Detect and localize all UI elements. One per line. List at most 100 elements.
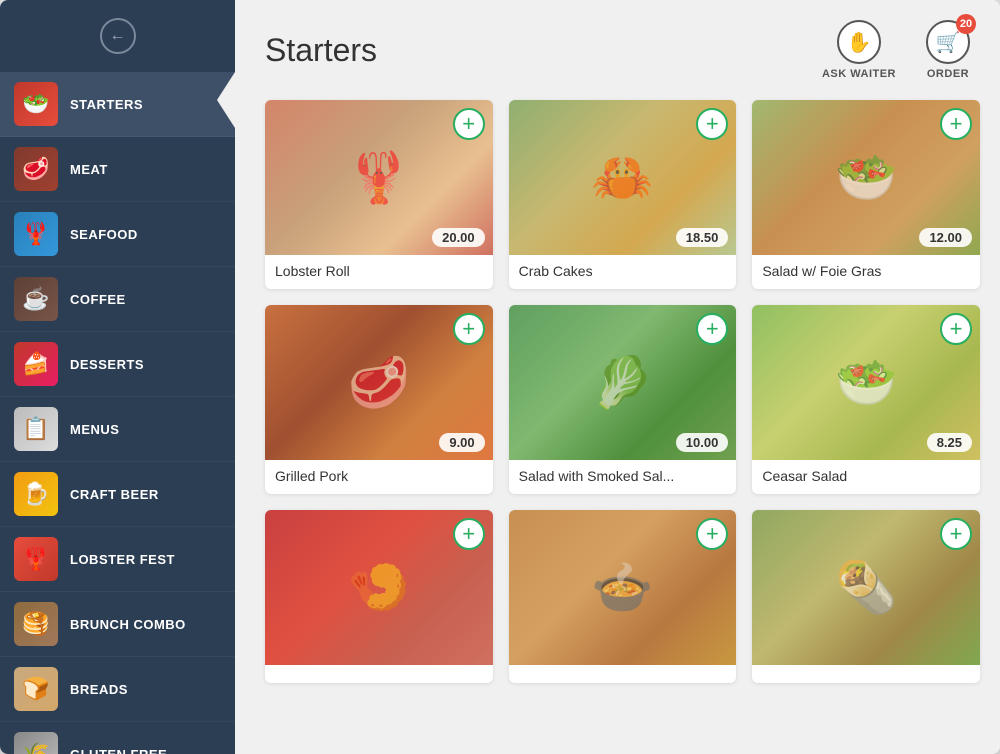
food-emoji-2: 🦀: [591, 148, 653, 207]
sidebar-thumb-menus: 📋: [14, 407, 58, 451]
ask-waiter-button[interactable]: ✋ ASK WAITER: [822, 20, 896, 80]
sidebar-label-brunch: BRUNCH COMBO: [70, 617, 186, 632]
menu-items-grid: 🦞 +20.00 Lobster Roll 🦀 +18.50 Crab Cakes 🥗 +12…: [235, 90, 1000, 754]
food-emoji-9: 🌯: [835, 558, 897, 617]
sidebar-thumb-breads: 🍞: [14, 667, 58, 711]
page-title: Starters: [265, 32, 377, 69]
food-card[interactable]: 🥩+9.00Grilled Pork: [265, 305, 493, 494]
add-item-button-5[interactable]: +: [696, 313, 728, 345]
add-item-button-1[interactable]: +: [453, 108, 485, 140]
add-item-button-6[interactable]: +: [940, 313, 972, 345]
sidebar-item-seafood[interactable]: 🦞 SEAFOOD: [0, 202, 235, 267]
food-image-9: 🌯+: [752, 510, 980, 665]
sidebar: ← 🥗 STARTERS 🥩 MEAT 🦞 SEAFOOD ☕ COFFEE 🍰 DESSERTS…: [0, 0, 235, 754]
ask-waiter-label: ASK WAITER: [822, 68, 896, 80]
sidebar-items-list: 🥗 STARTERS 🥩 MEAT 🦞 SEAFOOD ☕ COFFEE 🍰 DESSERTS 📋 M…: [0, 72, 235, 754]
food-image-8: 🍲+: [509, 510, 737, 665]
food-name-2: Crab Cakes: [509, 255, 737, 289]
main-content: Starters ✋ ASK WAITER 🛒 20 ORDER 🦞 +20.00…: [235, 0, 1000, 754]
sidebar-item-coffee[interactable]: ☕ COFFEE: [0, 267, 235, 332]
sidebar-item-meat[interactable]: 🥩 MEAT: [0, 137, 235, 202]
sidebar-back: ←: [0, 0, 235, 72]
sidebar-label-meat: MEAT: [70, 162, 108, 177]
food-emoji-6: 🥗: [835, 353, 897, 412]
food-card[interactable]: 🥗 +12.00 Salad w/ Foie Gras: [752, 100, 980, 289]
sidebar-label-desserts: DESSERTS: [70, 357, 144, 372]
app-container: ← 🥗 STARTERS 🥩 MEAT 🦞 SEAFOOD ☕ COFFEE 🍰 DESSERTS…: [0, 0, 1000, 754]
price-tag-5: 10.00: [676, 433, 729, 452]
sidebar-item-brunch[interactable]: 🥞 BRUNCH COMBO: [0, 592, 235, 657]
add-item-button-3[interactable]: +: [940, 108, 972, 140]
food-name-1: Lobster Roll: [265, 255, 493, 289]
food-card[interactable]: 🍲+: [509, 510, 737, 683]
food-card[interactable]: 🦀 +18.50 Crab Cakes: [509, 100, 737, 289]
sidebar-label-craftbeer: CRAFT BEER: [70, 487, 159, 502]
add-item-button-2[interactable]: +: [696, 108, 728, 140]
sidebar-label-seafood: SEAFOOD: [70, 227, 138, 242]
sidebar-item-desserts[interactable]: 🍰 DESSERTS: [0, 332, 235, 397]
food-card[interactable]: 🌯+: [752, 510, 980, 683]
food-emoji-8: 🍲: [591, 558, 653, 617]
food-emoji-5: 🥬: [591, 353, 653, 412]
food-emoji-1: 🦞: [348, 148, 410, 207]
sidebar-label-coffee: COFFEE: [70, 292, 126, 307]
sidebar-thumb-gluten: 🌾: [14, 732, 58, 754]
food-image-3: 🥗 +12.00: [752, 100, 980, 255]
top-bar: Starters ✋ ASK WAITER 🛒 20 ORDER: [235, 0, 1000, 90]
add-item-button-9[interactable]: +: [940, 518, 972, 550]
food-image-5: 🥬 +10.00: [509, 305, 737, 460]
price-tag-3: 12.00: [919, 228, 972, 247]
sidebar-thumb-coffee: ☕: [14, 277, 58, 321]
sidebar-item-starters[interactable]: 🥗 STARTERS: [0, 72, 235, 137]
sidebar-thumb-brunch: 🥞: [14, 602, 58, 646]
order-button[interactable]: 🛒 20 ORDER: [926, 20, 970, 80]
sidebar-thumb-desserts: 🍰: [14, 342, 58, 386]
food-card[interactable]: 🥗 +8.25 Ceasar Salad: [752, 305, 980, 494]
add-item-button-4[interactable]: +: [453, 313, 485, 345]
sidebar-thumb-meat: 🥩: [14, 147, 58, 191]
price-tag-4: 9.00: [439, 433, 484, 452]
food-image-6: 🥗 +8.25: [752, 305, 980, 460]
food-card[interactable]: 🦞 +20.00 Lobster Roll: [265, 100, 493, 289]
price-tag-1: 20.00: [432, 228, 485, 247]
sidebar-thumb-starters: 🥗: [14, 82, 58, 126]
cart-icon: 🛒 20: [926, 20, 970, 64]
food-name-4: Grilled Pork: [265, 460, 493, 494]
sidebar-item-craftbeer[interactable]: 🍺 CRAFT BEER: [0, 462, 235, 527]
order-badge: 20: [956, 14, 976, 34]
food-name-5: Salad with Smoked Sal...: [509, 460, 737, 494]
sidebar-label-gluten: GLUTEN FREE: [70, 747, 167, 754]
sidebar-thumb-craftbeer: 🍺: [14, 472, 58, 516]
food-name-9: [752, 665, 980, 683]
food-image-7: 🍤+: [265, 510, 493, 665]
sidebar-item-menus[interactable]: 📋 MENUS: [0, 397, 235, 462]
sidebar-label-starters: STARTERS: [70, 97, 143, 112]
back-icon: ←: [110, 27, 126, 45]
add-item-button-8[interactable]: +: [696, 518, 728, 550]
food-emoji-7: 🍤: [348, 558, 410, 617]
food-name-3: Salad w/ Foie Gras: [752, 255, 980, 289]
food-name-7: [265, 665, 493, 683]
price-tag-6: 8.25: [927, 433, 972, 452]
food-card[interactable]: 🍤+: [265, 510, 493, 683]
sidebar-thumb-seafood: 🦞: [14, 212, 58, 256]
sidebar-item-lobster[interactable]: 🦞 LOBSTER FEST: [0, 527, 235, 592]
price-tag-2: 18.50: [676, 228, 729, 247]
food-image-4: 🥩+9.00: [265, 305, 493, 460]
sidebar-thumb-lobster: 🦞: [14, 537, 58, 581]
sidebar-item-gluten[interactable]: 🌾 GLUTEN FREE: [0, 722, 235, 754]
waiter-icon: ✋: [837, 20, 881, 64]
food-image-1: 🦞 +20.00: [265, 100, 493, 255]
sidebar-label-menus: MENUS: [70, 422, 119, 437]
food-image-2: 🦀 +18.50: [509, 100, 737, 255]
food-name-8: [509, 665, 737, 683]
sidebar-item-breads[interactable]: 🍞 BREADS: [0, 657, 235, 722]
food-card[interactable]: 🥬 +10.00 Salad with Smoked Sal...: [509, 305, 737, 494]
food-emoji-3: 🥗: [835, 148, 897, 207]
add-item-button-7[interactable]: +: [453, 518, 485, 550]
top-actions: ✋ ASK WAITER 🛒 20 ORDER: [822, 20, 970, 80]
back-button[interactable]: ←: [100, 18, 136, 54]
sidebar-label-lobster: LOBSTER FEST: [70, 552, 175, 567]
sidebar-label-breads: BREADS: [70, 682, 128, 697]
food-name-6: Ceasar Salad: [752, 460, 980, 494]
